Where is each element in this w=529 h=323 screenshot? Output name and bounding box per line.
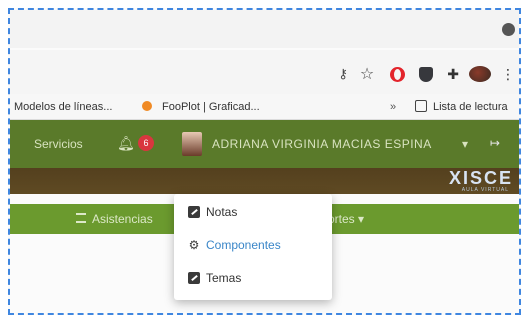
- dropdown-item-label: Componentes: [206, 238, 281, 252]
- xisce-logo: XISCE: [448, 168, 513, 188]
- bookmarks-bar: Modelos de líneas... FooPlot | Graficad.…: [10, 94, 519, 120]
- bookmark-modelos[interactable]: Modelos de líneas...: [14, 101, 112, 113]
- dropdown-item-notas[interactable]: Notas: [188, 203, 237, 221]
- dropdown-item-label: Notas: [206, 205, 238, 219]
- browser-title-strip: [10, 10, 519, 48]
- dropdown-menu: Notas ⚙ Componentes Temas: [174, 194, 332, 300]
- opera-icon[interactable]: [390, 66, 406, 82]
- nav-asistencias[interactable]: Asistencias: [92, 212, 153, 226]
- profile-dot-icon[interactable]: [502, 22, 515, 36]
- gear-icon: ⚙: [188, 238, 200, 252]
- logo-subtitle: AULA VIRTUAL: [461, 187, 509, 193]
- toolbar-icons: ⚷ ☆ ✚ ⋮: [338, 64, 519, 84]
- reading-list-label[interactable]: Lista de lectura: [433, 101, 508, 113]
- screenshot-frame: ⚷ ☆ ✚ ⋮ Modelos de líneas... FooPlot | G…: [8, 8, 521, 315]
- bookmark-star-icon[interactable]: ☆: [360, 64, 374, 84]
- title-strip-icons: [502, 10, 519, 48]
- bell-icon[interactable]: 🔔︎: [117, 135, 135, 152]
- edit-icon: [188, 272, 200, 284]
- extensions-puzzle-icon[interactable]: ✚: [447, 66, 459, 83]
- edit-icon: [188, 206, 200, 218]
- browser-toolbar: ⚷ ☆ ✚ ⋮: [10, 50, 519, 94]
- shield-icon[interactable]: [419, 66, 434, 82]
- logout-icon[interactable]: ↦: [490, 136, 500, 150]
- notification-badge[interactable]: 6: [138, 135, 154, 151]
- dropdown-item-componentes[interactable]: ⚙ Componentes: [188, 236, 281, 254]
- user-name[interactable]: ADRIANA VIRGINIA MACIAS ESPINA: [212, 137, 432, 151]
- dropdown-item-temas[interactable]: Temas: [188, 269, 241, 287]
- fooplot-icon: [142, 101, 152, 111]
- reading-list-icon[interactable]: [415, 100, 427, 112]
- dropdown-item-label: Temas: [206, 271, 242, 285]
- nav-reportes[interactable]: ortes ▾: [328, 212, 364, 226]
- user-menu-caret[interactable]: ▾: [462, 137, 468, 151]
- header-row: Servicios 🔔︎ 6 ADRIANA VIRGINIA MACIAS E…: [10, 132, 519, 156]
- key-icon[interactable]: ⚷: [338, 66, 348, 82]
- profile-avatar-icon[interactable]: [469, 66, 491, 82]
- app-header: Servicios 🔔︎ 6 ADRIANA VIRGINIA MACIAS E…: [10, 120, 519, 194]
- bookmark-fooplot[interactable]: FooPlot | Graficad...: [162, 101, 260, 113]
- services-menu[interactable]: Servicios: [34, 137, 83, 151]
- kebab-menu-icon[interactable]: ⋮: [501, 66, 515, 83]
- user-avatar[interactable]: [182, 132, 202, 156]
- list-icon: [76, 213, 86, 223]
- bookmarks-overflow-chevron[interactable]: »: [390, 101, 396, 113]
